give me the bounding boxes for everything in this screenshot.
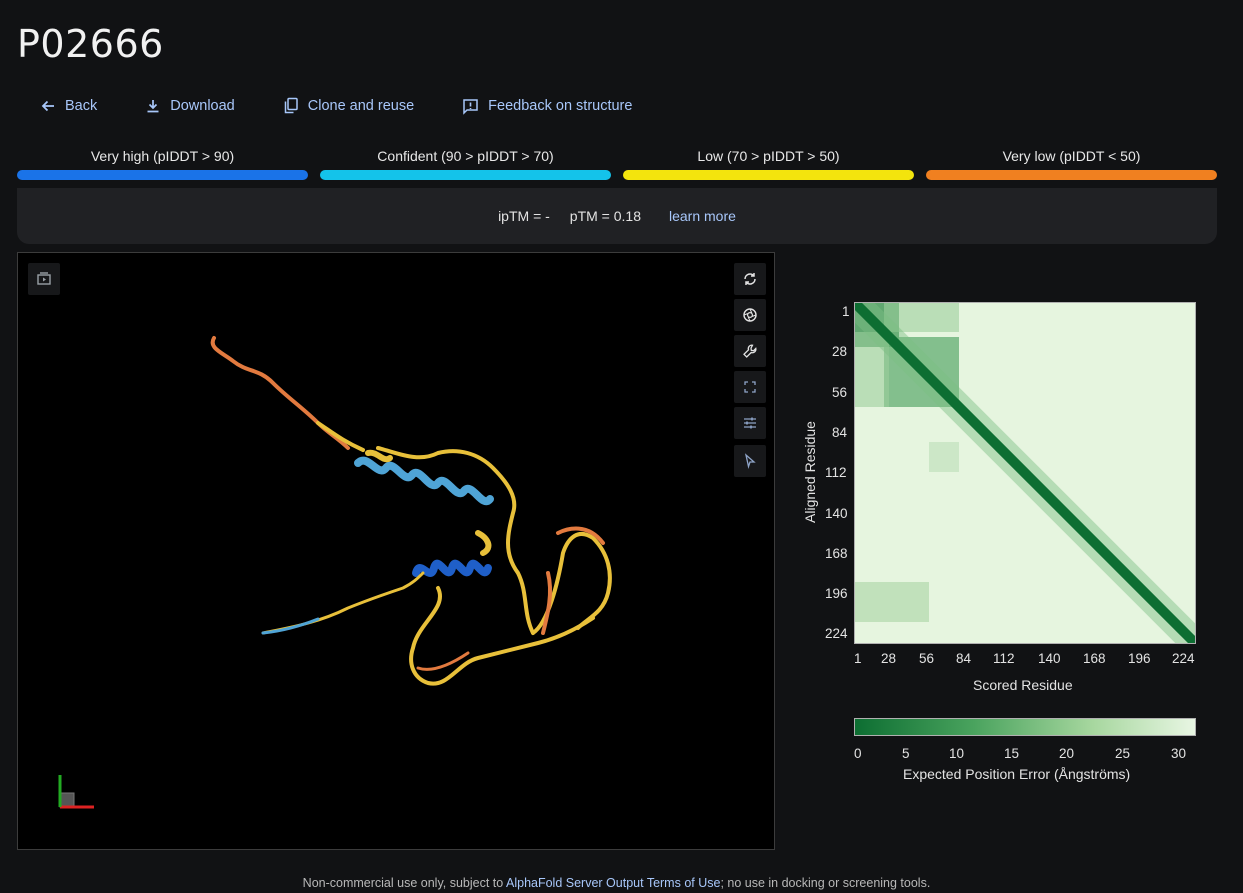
x-tick-168: 168 [1083,651,1106,666]
pae-x-label: Scored Residue [973,677,1073,693]
iptm-value: ipTM = - [498,208,550,224]
y-tick-168: 168 [825,546,848,561]
pae-block-f [929,442,959,472]
cbar-tick-0: 0 [854,746,862,761]
protein-structure [210,336,612,686]
pae-block-e [854,582,929,622]
ribbon-tail-top-2 [316,421,365,452]
footer-suffix: ; no use in docking or screening tools. [720,876,931,890]
action-bar: Back Download Clone and reuse Feedback o… [40,95,680,117]
pae-heatmap [854,302,1196,644]
axes-gizmo [58,775,94,809]
pae-y-label: Aligned Residue [802,421,818,523]
x-tick-196: 196 [1128,651,1151,666]
y-tick-84: 84 [832,425,848,440]
legend-very-high-bar [17,170,308,180]
gizmo-cube [59,792,75,808]
cbar-tick-10: 10 [949,746,965,761]
cbar-tick-20: 20 [1059,746,1075,761]
legend-confident: Confident (90 > pIDDT > 70) [320,148,611,180]
plddt-legend: Very high (pIDDT > 90) Confident (90 > p… [17,148,1217,182]
clone-label: Clone and reuse [307,98,415,114]
download-label: Download [170,98,235,114]
clone-button[interactable]: Clone and reuse [283,97,414,115]
pae-colorbar [854,718,1196,736]
learn-more-link[interactable]: learn more [669,208,736,224]
x-tick-224: 224 [1172,651,1195,666]
legend-very-high: Very high (pIDDT > 90) [17,148,308,180]
y-tick-196: 196 [825,586,848,601]
feedback-button[interactable]: Feedback on structure [462,98,632,115]
confidence-metrics: ipTM = - pTM = 0.18 learn more [17,188,1217,244]
ptm-value: pTM = 0.18 [569,208,641,224]
legend-low-label: Low (70 > pIDDT > 50) [697,148,840,164]
cbar-tick-30: 30 [1171,746,1187,761]
ribbon-bottom-loop [409,586,595,686]
ribbon-tail-left [261,571,425,635]
arrow-back-icon [41,100,54,112]
y-tick-28: 28 [832,344,848,359]
back-label: Back [65,98,98,114]
colorbar-label: Expected Position Error (Ångströms) [903,766,1131,782]
legend-very-high-label: Very high (pIDDT > 90) [90,148,235,164]
x-tick-1: 1 [854,651,862,666]
feedback-label: Feedback on structure [488,98,633,114]
y-tick-224: 224 [825,626,848,641]
y-tick-140: 140 [825,506,848,521]
copy-icon [284,97,298,114]
download-icon [147,100,159,113]
legend-very-low-label: Very low (pIDDT < 50) [1002,148,1141,164]
footer-notice: Non-commercial use only, subject to Alph… [0,876,1233,890]
feedback-icon [463,98,478,115]
x-tick-112: 112 [993,651,1015,666]
legend-low: Low (70 > pIDDT > 50) [623,148,914,180]
legend-confident-label: Confident (90 > pIDDT > 70) [377,148,554,164]
cbar-tick-25: 25 [1115,746,1131,761]
legend-very-low-bar [926,170,1217,180]
cbar-tick-5: 5 [902,746,910,761]
footer-prefix: Non-commercial use only, subject to [302,876,506,890]
download-button[interactable]: Download [145,98,235,114]
x-tick-28: 28 [881,651,897,666]
legend-confident-bar [320,170,611,180]
cbar-tick-15: 15 [1004,746,1020,761]
legend-low-bar [623,170,914,180]
ribbon-helix-1 [354,456,494,506]
y-tick-56: 56 [832,385,848,400]
ribbon-helix-2 [412,559,492,577]
legend-very-low: Very low (pIDDT < 50) [926,148,1217,180]
x-tick-56: 56 [919,651,935,666]
structure-viewer[interactable] [17,252,775,850]
y-tick-1: 1 [842,304,850,319]
back-button[interactable]: Back [40,98,97,114]
x-tick-140: 140 [1038,651,1061,666]
y-tick-112: 112 [825,465,847,480]
x-tick-84: 84 [956,651,972,666]
page-title: P02666 [17,22,164,66]
terms-link[interactable]: AlphaFold Server Output Terms of Use [506,876,720,890]
